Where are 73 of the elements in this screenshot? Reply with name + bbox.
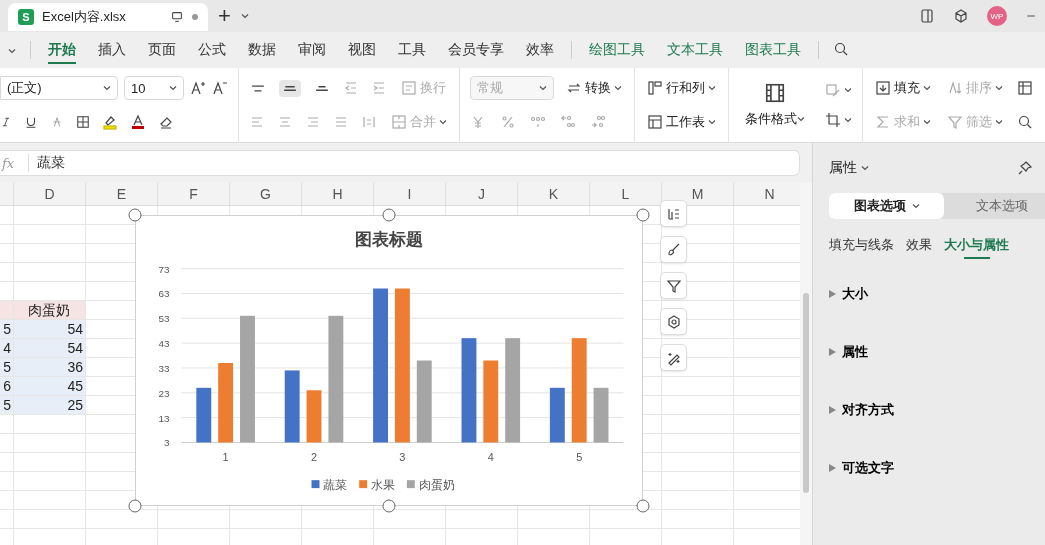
new-tab-button[interactable]: + bbox=[218, 3, 231, 29]
menu-tab[interactable]: 页面 bbox=[137, 32, 187, 68]
font-size-dropdown[interactable]: 10 bbox=[124, 76, 184, 100]
table-cell: 54 bbox=[14, 339, 86, 357]
table-cell: 36 bbox=[14, 358, 86, 376]
sub-tab[interactable]: 填充与线条 bbox=[829, 233, 894, 257]
panel-title[interactable]: 属性 bbox=[829, 159, 857, 177]
axis-tick-label: 13 bbox=[158, 412, 170, 424]
function-icon: fx bbox=[0, 155, 28, 171]
menu-tab[interactable]: 会员专享 bbox=[437, 32, 515, 68]
menu-tab[interactable]: 审阅 bbox=[287, 32, 337, 68]
menu-tab[interactable]: 图表工具 bbox=[734, 32, 812, 68]
conditional-format-button[interactable]: 条件格式 bbox=[739, 81, 811, 129]
font-name-dropdown[interactable]: (正文) bbox=[0, 76, 118, 100]
option-tab[interactable]: 图表选项 bbox=[829, 193, 944, 219]
sub-tab[interactable]: 大小与属性 bbox=[944, 233, 1009, 257]
column-header[interactable]: K bbox=[518, 183, 590, 205]
menu-tab[interactable]: 插入 bbox=[87, 32, 137, 68]
legend-label: 肉蛋奶 bbox=[418, 478, 455, 493]
category-label: 2 bbox=[311, 451, 318, 464]
axis-tick-label: 53 bbox=[158, 313, 170, 325]
fill-button[interactable]: 填充 bbox=[873, 76, 933, 100]
formula-value: 蔬菜 bbox=[28, 154, 65, 172]
column-header[interactable]: G bbox=[230, 183, 302, 205]
table-cell: 5 bbox=[0, 358, 14, 376]
axis-tick-label: 23 bbox=[158, 387, 170, 399]
table-cell: 5 bbox=[0, 396, 14, 414]
section-header[interactable]: 可选文字 bbox=[829, 439, 1045, 497]
menu-tab[interactable]: 文本工具 bbox=[656, 32, 734, 68]
section-header[interactable]: 对齐方式 bbox=[829, 381, 1045, 439]
menu-tab[interactable]: 视图 bbox=[337, 32, 387, 68]
category-label: 3 bbox=[399, 451, 406, 464]
sub-tab[interactable]: 效果 bbox=[906, 233, 932, 257]
column-header[interactable]: F bbox=[158, 183, 230, 205]
column-header[interactable]: D bbox=[14, 183, 86, 205]
table-cell: 25 bbox=[14, 396, 86, 414]
axis-tick-label: 3 bbox=[164, 437, 170, 449]
column-header[interactable]: H bbox=[302, 183, 374, 205]
spreadsheet-icon: S bbox=[18, 9, 34, 25]
file-tab[interactable]: S Excel内容.xlsx bbox=[8, 3, 208, 31]
table-cell: 肉蛋奶 bbox=[14, 301, 86, 319]
category-label: 5 bbox=[576, 451, 583, 464]
rows-columns-button[interactable]: 行和列 bbox=[645, 76, 718, 100]
formula-bar[interactable]: fx 蔬菜 bbox=[0, 150, 800, 176]
menu-tab[interactable]: 工具 bbox=[387, 32, 437, 68]
column-header[interactable]: J bbox=[446, 183, 518, 205]
axis-tick-label: 63 bbox=[158, 288, 170, 300]
legend-label: 水果 bbox=[371, 478, 396, 493]
worksheet-button[interactable]: 工作表 bbox=[645, 110, 718, 134]
chart[interactable]: 图表标题 3 13 23 33 43 53 63 73 1 2 3 4 5 蔬菜 水果 肉蛋奶 bbox=[135, 215, 643, 506]
table-cell: 4 bbox=[0, 339, 14, 357]
axis-tick-label: 43 bbox=[158, 338, 170, 350]
menu-tab[interactable]: 公式 bbox=[187, 32, 237, 68]
table-cell: 5 bbox=[0, 320, 14, 338]
option-tab[interactable]: 文本选项 bbox=[944, 193, 1045, 219]
column-header[interactable]: E bbox=[86, 183, 158, 205]
axis-tick-label: 73 bbox=[158, 263, 170, 275]
table-cell: 45 bbox=[14, 377, 86, 395]
menu-tab[interactable]: 数据 bbox=[237, 32, 287, 68]
convert-button[interactable]: 转换 bbox=[564, 76, 624, 100]
table-cell: 6 bbox=[0, 377, 14, 395]
menu-tab[interactable]: 开始 bbox=[37, 32, 87, 68]
menu-tab[interactable]: 效率 bbox=[515, 32, 565, 68]
section-header[interactable]: 大小 bbox=[829, 265, 1045, 323]
chart-title: 图表标题 bbox=[355, 229, 423, 249]
category-label: 4 bbox=[487, 451, 494, 464]
axis-tick-label: 33 bbox=[158, 362, 170, 374]
section-header[interactable]: 属性 bbox=[829, 323, 1045, 381]
category-label: 1 bbox=[222, 451, 229, 464]
column-header[interactable]: I bbox=[374, 183, 446, 205]
legend-label: 蔬菜 bbox=[323, 478, 348, 493]
menu-tab[interactable]: 绘图工具 bbox=[578, 32, 656, 68]
table-cell: 54 bbox=[14, 320, 86, 338]
